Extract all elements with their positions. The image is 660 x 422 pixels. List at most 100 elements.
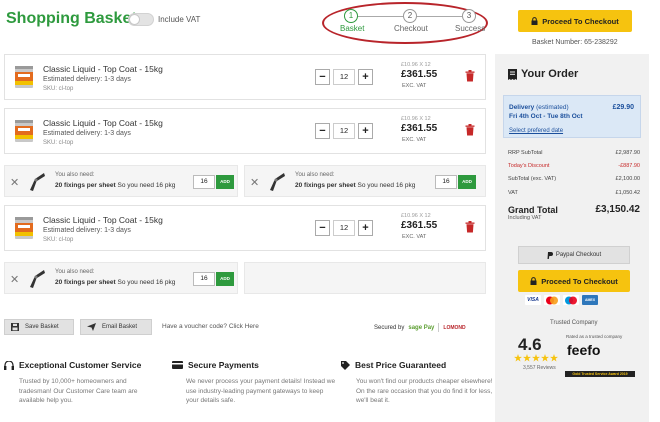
step-1-circle: 1 — [344, 9, 358, 23]
grand-total-label: Grand Total — [508, 205, 558, 215]
maestro-icon — [563, 295, 579, 305]
item-total: £361.55 — [401, 220, 438, 231]
rated-text: Rated as a trusted company — [566, 334, 623, 339]
star-icon — [550, 354, 558, 362]
quantity-input[interactable]: 12 — [333, 220, 355, 236]
feature-text: You won't find our products cheaper else… — [356, 378, 493, 404]
qty-increase-button[interactable]: + — [358, 220, 373, 236]
star-icon — [514, 354, 522, 362]
save-basket-button[interactable]: Save Basket — [4, 319, 74, 335]
reviews-count: 3,557 Reviews — [523, 365, 556, 371]
subtotal-row: SubTotal (exc. VAT) £2,100.00 — [508, 176, 640, 182]
sagepay-logo: sage Pay — [408, 324, 435, 331]
basket-item: Classic Liquid - Top Coat - 15kg Estimat… — [4, 205, 486, 251]
grand-total-value: £3,150.42 — [595, 204, 641, 215]
send-icon — [87, 323, 96, 331]
addon-description: 20 fixings per sheet So you need 16 pkg — [55, 279, 176, 286]
divider — [438, 323, 440, 332]
mastercard-icon — [544, 295, 560, 305]
item-delivery: Estimated delivery: 1-3 days — [43, 227, 131, 234]
toggle-knob — [129, 14, 140, 25]
step-connector — [358, 16, 403, 17]
item-name[interactable]: Classic Liquid - Top Coat - 15kg — [43, 64, 163, 74]
basket-item: Classic Liquid - Top Coat - 15kg Estimat… — [4, 54, 486, 100]
save-icon — [11, 323, 19, 331]
voucher-link[interactable]: Have a voucher code? Click Here — [162, 323, 259, 330]
delete-item-icon[interactable] — [465, 70, 475, 82]
delivery-dates: Fri 4th Oct - Tue 8th Oct — [509, 113, 583, 120]
vat-note: EXC. VAT — [402, 83, 427, 89]
addon-need-label: You also need: — [55, 269, 95, 275]
item-delivery: Estimated delivery: 1-3 days — [43, 76, 131, 83]
star-icon — [541, 354, 549, 362]
delete-item-icon[interactable] — [465, 124, 475, 136]
item-name[interactable]: Classic Liquid - Top Coat - 15kg — [43, 215, 163, 225]
price-tag-icon — [341, 360, 350, 370]
item-total: £361.55 — [401, 123, 438, 134]
rrp-subtotal-row: RRP SubTotal £2,987.90 — [508, 150, 640, 156]
close-icon[interactable]: ✕ — [10, 273, 19, 286]
grand-total-sub: Including VAT — [508, 215, 542, 221]
addon-add-button[interactable]: ADD — [216, 175, 234, 189]
addon-qty-input[interactable]: 16 — [193, 272, 215, 286]
lomond-logo: LOMOND — [443, 324, 466, 331]
unit-price: £10.96 X 12 — [401, 213, 431, 219]
proceed-to-checkout-button[interactable]: Proceed To Checkout — [518, 10, 632, 32]
item-delivery: Estimated delivery: 1-3 days — [43, 130, 131, 137]
include-vat-label: Include VAT — [158, 15, 201, 24]
quantity-input[interactable]: 12 — [333, 69, 355, 85]
secured-by: Secured by sage Pay LOMOND — [374, 323, 466, 332]
fixing-screw-icon — [266, 171, 288, 193]
addon-qty-input[interactable]: 16 — [193, 175, 215, 189]
qty-decrease-button[interactable]: − — [315, 69, 330, 85]
payment-card-logos: VISA AMEX — [525, 295, 598, 305]
fixing-screw-icon — [26, 268, 48, 290]
select-delivery-date-link[interactable]: Select prefered date — [509, 128, 563, 134]
qty-decrease-button[interactable]: − — [315, 123, 330, 139]
feature-text: We never process your payment details! I… — [186, 378, 336, 404]
delivery-estimate: Delivery (estimated) £29.90 Fri 4th Oct … — [503, 95, 641, 138]
rating-score: 4.6 — [518, 335, 542, 354]
include-vat-toggle[interactable] — [128, 13, 154, 26]
paypal-icon — [547, 251, 553, 259]
close-icon[interactable]: ✕ — [250, 176, 259, 189]
delete-item-icon[interactable] — [465, 221, 475, 233]
item-sku: SKU: cl-top — [43, 140, 74, 146]
addon-add-button[interactable]: ADD — [458, 175, 476, 189]
headset-icon — [4, 360, 14, 370]
vat-note: EXC. VAT — [402, 234, 427, 240]
basket-number: Basket Number: 65-238292 — [532, 39, 618, 46]
step-3-circle: 3 — [462, 9, 476, 23]
addon-suggestion: ✕ You also need: 20 fixings per sheet So… — [4, 165, 238, 197]
qty-increase-button[interactable]: + — [358, 69, 373, 85]
item-sku: SKU: cl-top — [43, 237, 74, 243]
star-rating — [514, 354, 558, 362]
vat-note: EXC. VAT — [402, 137, 427, 143]
star-icon — [532, 354, 540, 362]
qty-increase-button[interactable]: + — [358, 123, 373, 139]
qty-decrease-button[interactable]: − — [315, 220, 330, 236]
feefo-award-badge: Gold Trusted Service Award 2019 — [565, 371, 635, 377]
progress-steps — [322, 2, 488, 44]
visa-icon: VISA — [525, 295, 541, 305]
email-basket-button[interactable]: Email Basket — [80, 319, 152, 335]
delivery-price: £29.90 — [612, 104, 634, 111]
feature-text: Trusted by 10,000+ homeowners and trades… — [19, 378, 138, 404]
quantity-input[interactable]: 12 — [333, 123, 355, 139]
feature-title: Best Price Guaranteed — [341, 360, 446, 370]
credit-card-icon — [172, 361, 183, 369]
addon-qty-input[interactable]: 16 — [435, 175, 457, 189]
addon-need-label: You also need: — [55, 172, 95, 178]
delivery-label: Delivery (estimated) — [509, 104, 569, 111]
addon-suggestion: ✕ You also need: 20 fixings per sheet So… — [244, 165, 486, 197]
lock-icon — [531, 17, 538, 25]
close-icon[interactable]: ✕ — [10, 176, 19, 189]
vat-row: VAT £1,050.42 — [508, 190, 640, 196]
addon-add-button[interactable]: ADD — [216, 272, 234, 286]
lock-icon — [530, 277, 537, 285]
item-name[interactable]: Classic Liquid - Top Coat - 15kg — [43, 118, 163, 128]
proceed-to-checkout-button[interactable]: Proceed To Checkout — [518, 270, 630, 292]
paypal-checkout-button[interactable]: Paypal Checkout — [518, 246, 630, 264]
fixing-screw-icon — [26, 171, 48, 193]
feature-title: Secure Payments — [172, 360, 259, 370]
